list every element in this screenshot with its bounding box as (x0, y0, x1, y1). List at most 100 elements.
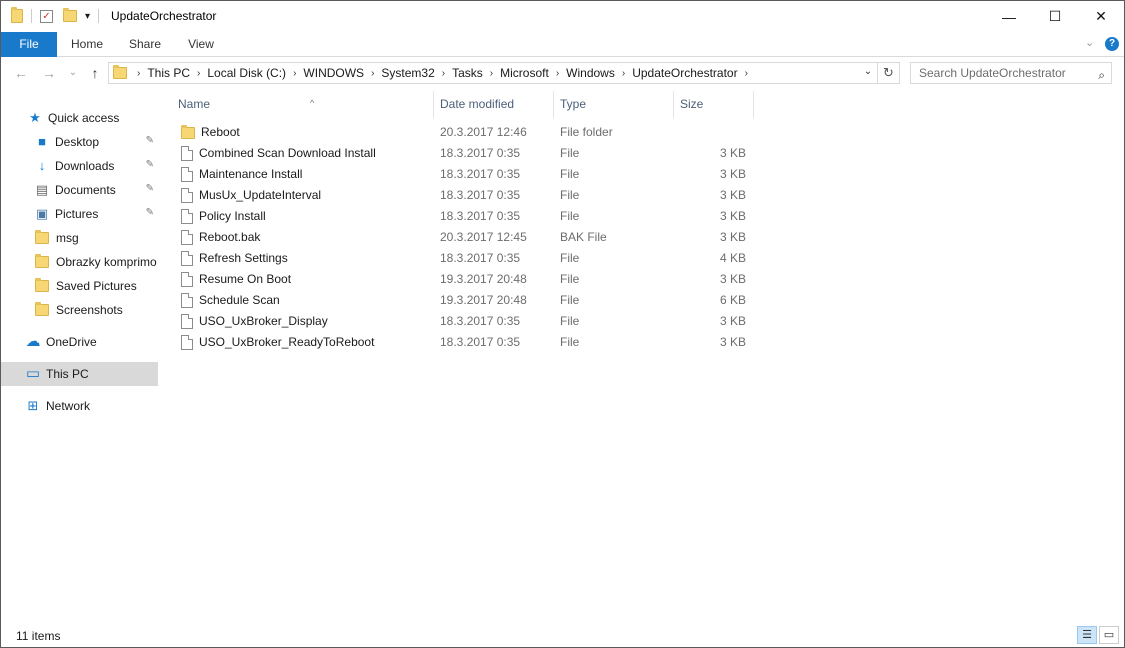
nav-item-saved-pictures[interactable]: Saved Pictures (1, 274, 158, 298)
breadcrumb-separator[interactable]: › (133, 68, 144, 79)
breadcrumb-separator[interactable]: › (486, 68, 497, 79)
pin-icon[interactable]: ✎ (146, 135, 154, 146)
file-row[interactable]: USO_UxBroker_Display 18.3.2017 0:35 File 3 … (177, 311, 757, 332)
file-row[interactable]: MusUx_UpdateInterval 18.3.2017 0:35 File 3 … (177, 185, 757, 206)
file-type: File (560, 293, 580, 307)
search-icon[interactable]: ⌕ (1098, 65, 1105, 85)
column-header-date[interactable]: Date modified (434, 91, 554, 118)
nav-item-label: OneDrive (46, 335, 97, 349)
column-header-size[interactable]: Size (674, 91, 754, 118)
nav-item-downloads[interactable]: ↓ Downloads ✎ (1, 154, 158, 178)
nav-item-label: Desktop (55, 135, 100, 149)
breadcrumb-this-pc[interactable]: This PC (144, 66, 193, 80)
file-row[interactable]: Resume On Boot 19.3.2017 20:48 File 3 KB (177, 269, 757, 290)
breadcrumb-updateorchestrator[interactable]: UpdateOrchestrator (629, 66, 740, 80)
file-row[interactable]: Policy Install 18.3.2017 0:35 File 3 KB (177, 206, 757, 227)
breadcrumb-microsoft[interactable]: Microsoft (497, 66, 552, 80)
collapse-ribbon-icon[interactable]: ⌄ (1085, 36, 1094, 49)
large-icons-view-icon[interactable]: ▭ (1099, 626, 1119, 644)
nav-item-desktop[interactable]: ■ Desktop ✎ (1, 130, 158, 154)
column-label: Name (178, 97, 211, 111)
breadcrumb-windows[interactable]: WINDOWS (300, 66, 367, 80)
breadcrumb-local-disk[interactable]: Local Disk (C:) (204, 66, 289, 80)
file-size: 3 KB (719, 335, 746, 349)
nav-item-pictures[interactable]: ▣ Pictures ✎ (1, 202, 158, 226)
title-bar: ✓ ▾ UpdateOrchestrator — ☐ ✕ (1, 1, 1124, 32)
nav-item-label: Documents (55, 183, 116, 197)
tab-home[interactable]: Home (61, 32, 113, 57)
tab-share[interactable]: Share (121, 32, 169, 57)
help-icon[interactable]: ? (1105, 37, 1119, 51)
nav-item-obrazky[interactable]: Obrazky komprimo (1, 250, 158, 274)
file-row[interactable]: Maintenance Install 18.3.2017 0:35 File 3 K… (177, 164, 757, 185)
breadcrumb-separator[interactable]: › (741, 68, 752, 79)
breadcrumb-separator[interactable]: › (193, 68, 204, 79)
refresh-button[interactable]: ↻ (878, 62, 900, 84)
file-row[interactable]: Schedule Scan 19.3.2017 20:48 File 6 KB (177, 290, 757, 311)
back-button[interactable]: ← (12, 62, 30, 84)
nav-item-onedrive[interactable]: ☁ OneDrive (1, 330, 158, 354)
address-bar[interactable]: › This PC › Local Disk (C:) › WINDOWS › … (108, 62, 878, 84)
file-row[interactable]: Reboot.bak 20.3.2017 12:45 BAK File 3 KB (177, 227, 757, 248)
file-icon (181, 335, 193, 350)
nav-item-quick-access[interactable]: ★ Quick access (1, 106, 158, 130)
breadcrumb-system32[interactable]: System32 (378, 66, 437, 80)
documents-icon: ▤ (35, 182, 49, 197)
nav-item-label: Screenshots (56, 303, 123, 317)
file-size: 3 KB (719, 314, 746, 328)
file-row[interactable]: USO_UxBroker_ReadyToReboot 18.3.2017 0:35… (177, 332, 757, 353)
up-button[interactable]: ↑ (86, 62, 104, 84)
ribbon-tabs: File Home Share View ⌄ ? (1, 32, 1124, 57)
search-input[interactable]: Search UpdateOrchestrator ⌕ (910, 62, 1112, 84)
column-header-type[interactable]: Type (554, 91, 674, 118)
network-icon: ⊞ (27, 398, 39, 413)
file-name: Reboot (201, 125, 240, 139)
file-type: File (560, 167, 580, 181)
file-date: 18.3.2017 0:35 (440, 188, 521, 202)
minimize-button[interactable]: — (986, 1, 1032, 32)
breadcrumb-separator[interactable]: › (367, 68, 378, 79)
file-row[interactable]: Combined Scan Download Install 18.3.2017 … (177, 143, 757, 164)
star-icon: ★ (29, 110, 41, 125)
file-icon (181, 188, 193, 203)
customize-qa-icon[interactable]: ▾ (85, 11, 90, 22)
pin-icon[interactable]: ✎ (146, 159, 154, 170)
breadcrumb-separator[interactable]: › (438, 68, 449, 79)
file-row[interactable]: Refresh Settings 18.3.2017 0:35 File 4 KB (177, 248, 757, 269)
file-date: 18.3.2017 0:35 (440, 167, 521, 181)
close-button[interactable]: ✕ (1078, 1, 1124, 32)
new-folder-icon[interactable] (63, 8, 77, 22)
forward-button[interactable]: → (40, 62, 58, 84)
nav-item-network[interactable]: ⊞ Network (1, 394, 158, 418)
breadcrumb-tasks[interactable]: Tasks (449, 66, 486, 80)
breadcrumb-separator[interactable]: › (552, 68, 563, 79)
address-dropdown-button[interactable]: ⌄ (858, 62, 878, 84)
nav-item-this-pc[interactable]: ▭ This PC (1, 362, 158, 386)
column-header-name[interactable]: Name ^ (172, 91, 434, 118)
file-name-cell: USO_UxBroker_Display (181, 311, 328, 332)
address-folder-icon (113, 65, 127, 79)
file-size: 3 KB (719, 209, 746, 223)
computer-icon: ▭ (25, 365, 41, 382)
qa-divider-2 (98, 9, 100, 23)
file-type: File (560, 188, 580, 202)
nav-item-screenshots[interactable]: Screenshots (1, 298, 158, 322)
nav-item-label: Quick access (48, 111, 120, 125)
breadcrumb-windows-sub[interactable]: Windows (563, 66, 618, 80)
pin-icon[interactable]: ✎ (146, 183, 154, 194)
breadcrumb-separator[interactable]: › (618, 68, 629, 79)
maximize-button[interactable]: ☐ (1032, 1, 1078, 32)
nav-item-msg[interactable]: msg (1, 226, 158, 250)
file-row[interactable]: Reboot 20.3.2017 12:46 File folder (177, 122, 757, 143)
nav-item-documents[interactable]: ▤ Documents ✎ (1, 178, 158, 202)
breadcrumb-separator[interactable]: › (289, 68, 300, 79)
recent-locations-button[interactable]: ⌄ (64, 62, 82, 84)
pin-icon[interactable]: ✎ (146, 207, 154, 218)
nav-item-label: Pictures (55, 207, 99, 221)
properties-icon[interactable]: ✓ (40, 9, 53, 23)
folder-icon (181, 124, 195, 139)
details-view-icon[interactable]: ☰ (1077, 626, 1097, 644)
file-size: 3 KB (719, 230, 746, 244)
tab-view[interactable]: View (179, 32, 223, 57)
tab-file[interactable]: File (1, 32, 57, 57)
